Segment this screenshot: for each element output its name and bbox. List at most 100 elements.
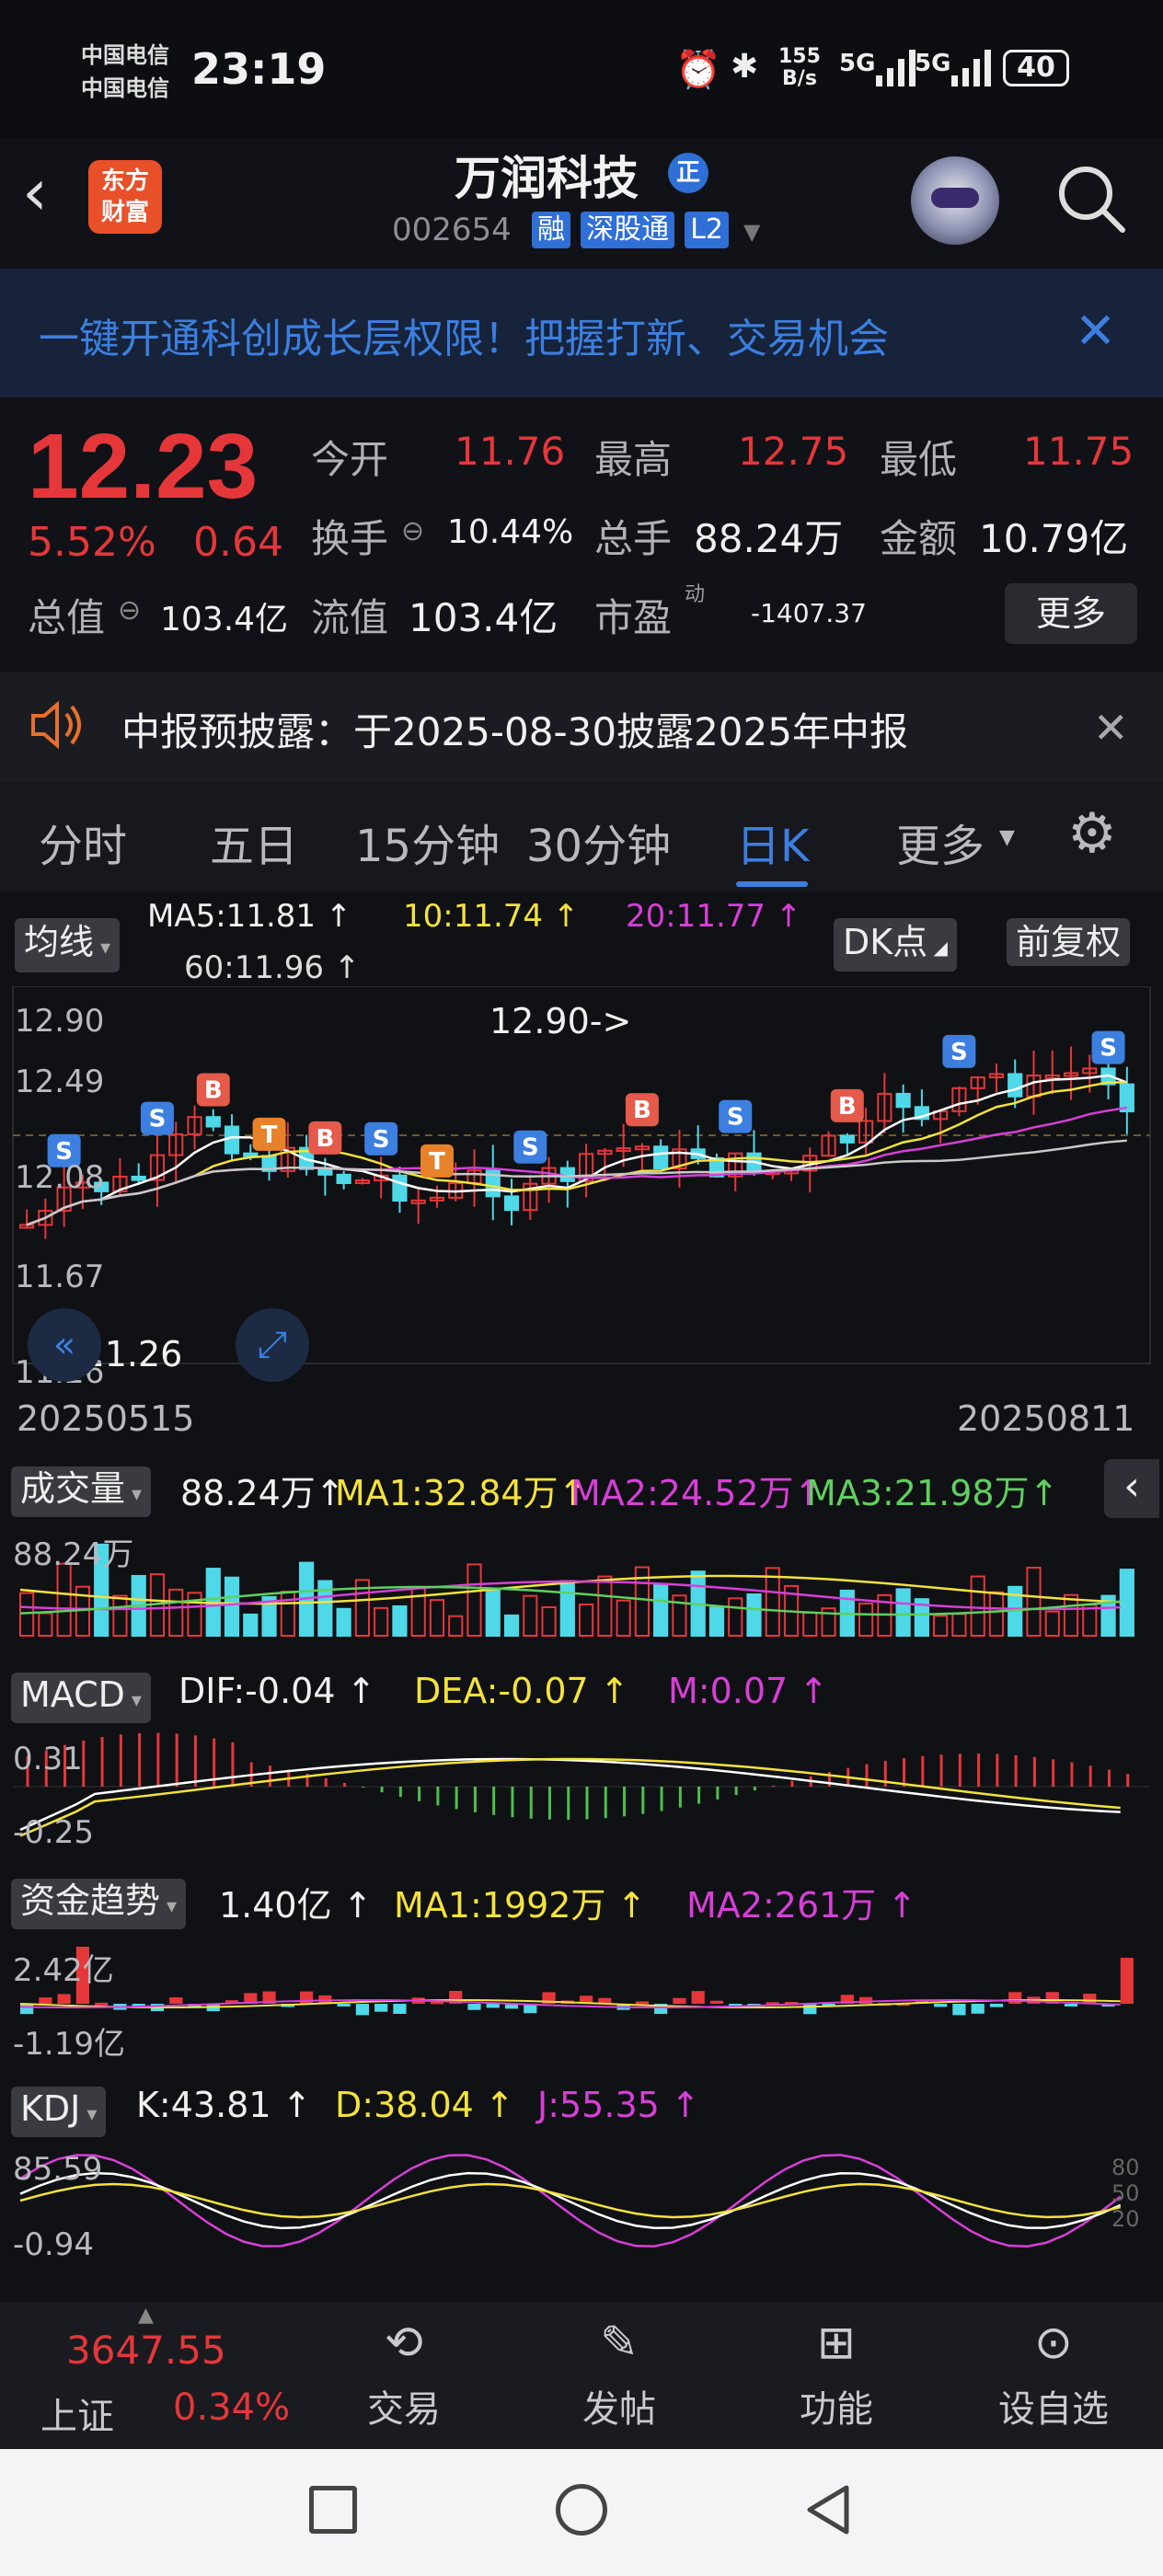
notice-close-icon[interactable]: ✕: [1093, 703, 1129, 753]
close-icon[interactable]: ✕: [1075, 302, 1116, 360]
signal-marker[interactable]: S: [364, 1121, 398, 1156]
y-label-2: 12.49: [15, 1064, 105, 1100]
promo-banner[interactable]: 一键开通科创成长层权限！把握打新、交易机会 ✕: [0, 269, 1163, 397]
info-icon-2[interactable]: ⊖: [118, 594, 141, 627]
chart-area[interactable]: 均线 ▾ MA5:11.81 ↑ 10:11.74 ↑ 20:11.77 ↑ 6…: [0, 894, 1163, 2302]
candlestick-chart[interactable]: SSBT B STSB S BS S: [0, 986, 1163, 1373]
dk-button[interactable]: DK点 ◢: [834, 918, 957, 972]
open-label: 今开: [311, 437, 389, 482]
tab-more[interactable]: 更多: [896, 810, 985, 874]
app-logo-line2: 财富: [100, 199, 149, 226]
nav-trade[interactable]: ⟲ 交易: [335, 2306, 473, 2432]
back-icon[interactable]: [800, 2482, 856, 2537]
volume-value-text: 88.24万: [180, 1473, 316, 1513]
collapse-panel-icon[interactable]: ‹: [1104, 1459, 1159, 1518]
volume-bar: [802, 1611, 818, 1638]
nav-add-watchlist[interactable]: ⊙ 设自选: [985, 2306, 1123, 2432]
high-value: 12.75: [738, 429, 849, 474]
ma-selector[interactable]: 均线 ▾: [15, 918, 121, 972]
adjust-button[interactable]: 前复权: [1007, 918, 1131, 966]
macd-dif-text: DIF:-0.04: [178, 1671, 336, 1711]
stock-tags: 融 深股通 L2: [532, 212, 729, 248]
search-icon[interactable]: [1054, 162, 1128, 236]
pe-sup: 动: [685, 583, 706, 606]
kdj-d: D:38.04 ↑: [335, 2085, 514, 2125]
volume-ma1: MA1:32.84万↑: [335, 1473, 588, 1513]
kdj-selector[interactable]: KDJ ▾: [11, 2087, 107, 2137]
signal-marker[interactable]: S: [942, 1034, 976, 1068]
nav-post-label: 发帖: [582, 2388, 656, 2431]
scroll-left-icon[interactable]: «: [28, 1308, 101, 1382]
signal-marker[interactable]: S: [140, 1101, 174, 1135]
expand-chart-icon[interactable]: ⤢: [236, 1308, 309, 1382]
signal-marker[interactable]: S: [513, 1130, 547, 1164]
volume-bar: [559, 1580, 575, 1637]
ma20-text: 20:11.77: [626, 898, 766, 935]
kdj-right-20: 20: [1111, 2206, 1140, 2232]
settings-gear-icon[interactable]: ⚙: [1067, 806, 1117, 861]
index-value[interactable]: 3647.55: [66, 2328, 226, 2373]
robot-assistant-icon[interactable]: [911, 156, 999, 245]
high-label: 最高: [594, 437, 673, 482]
fund-ma1: MA1:1992万 ↑: [394, 1885, 647, 1926]
high-annotation: 12.90->: [489, 1001, 632, 1041]
change-pct: 5.52%: [28, 519, 156, 566]
signal-marker[interactable]: B: [830, 1088, 864, 1122]
edit-icon: ✎: [600, 2316, 639, 2369]
candle: [354, 1178, 370, 1185]
ma60-value: 60:11.96 ↑: [184, 949, 361, 986]
tab-intraday[interactable]: 分时: [39, 810, 127, 874]
more-button[interactable]: 更多: [1005, 583, 1137, 644]
svg-text:T: T: [429, 1148, 445, 1176]
fund-bar: [952, 2004, 966, 2016]
candle: [187, 1105, 202, 1150]
ma-selector-caret-icon: ▾: [94, 937, 111, 960]
battery-level: 40: [1017, 52, 1055, 84]
back-arrow-icon[interactable]: ‹: [22, 160, 48, 224]
dropdown-triangle-icon[interactable]: ▼: [743, 219, 760, 245]
tab-5day[interactable]: 五日: [210, 810, 298, 874]
svg-text:B: B: [838, 1093, 857, 1121]
signal-marker[interactable]: S: [1091, 1030, 1125, 1064]
pe-label: 市盈: [594, 595, 673, 640]
active-tab-indicator: [736, 881, 808, 887]
notice-text[interactable]: 中报预披露：于2025-08-30披露2025年中报: [121, 701, 908, 757]
macd-selector[interactable]: MACD ▾: [11, 1673, 151, 1723]
volume-bar: [429, 1599, 445, 1638]
signal-marker[interactable]: S: [719, 1099, 753, 1133]
recent-apps-icon[interactable]: [309, 2486, 357, 2534]
index-name[interactable]: 上证: [40, 2386, 114, 2440]
index-up-caret-icon: ▲: [138, 2304, 154, 2327]
signal-marker[interactable]: T: [420, 1144, 454, 1178]
signal-marker[interactable]: T: [252, 1117, 286, 1151]
change-amt: 0.64: [193, 519, 283, 566]
volume-bar: [895, 1588, 911, 1637]
fund-bar: [691, 1991, 705, 2004]
macd-caret-icon: ▾: [124, 1689, 142, 1712]
nav-functions[interactable]: ⊞ 功能: [767, 2306, 905, 2432]
tab-15min[interactable]: 15分钟: [355, 810, 500, 874]
signal-marker[interactable]: B: [625, 1093, 659, 1127]
clock: 23:19: [191, 44, 327, 94]
info-icon[interactable]: ⊖: [401, 515, 424, 547]
candle: [336, 1170, 351, 1190]
signal-marker[interactable]: B: [308, 1121, 342, 1155]
nav-post[interactable]: ✎ 发帖: [550, 2306, 688, 2432]
index-change[interactable]: 0.34%: [173, 2386, 290, 2429]
tab-more-caret-icon: ▼: [999, 826, 1015, 849]
promo-text[interactable]: 一键开通科创成长层权限！把握打新、交易机会: [39, 305, 889, 364]
tab-daily-k[interactable]: 日K: [736, 810, 809, 874]
fund-bar: [467, 2004, 481, 2010]
volume-selector[interactable]: 成交量 ▾: [11, 1466, 152, 1517]
notice-bar[interactable]: 中报预披露：于2025-08-30披露2025年中报 ✕: [0, 672, 1163, 782]
tab-30min[interactable]: 30分钟: [526, 810, 671, 874]
fund-bar: [1120, 1958, 1134, 2004]
kdj-bottom-label: -0.94: [13, 2226, 94, 2263]
volume-bar: [765, 1567, 780, 1637]
app-logo[interactable]: 东方 财富: [88, 160, 162, 234]
signal-marker[interactable]: B: [196, 1073, 230, 1107]
macd-selector-label: MACD: [20, 1674, 125, 1715]
fund-selector[interactable]: 资金趋势 ▾: [11, 1879, 187, 1929]
certified-badge: 正: [668, 153, 708, 193]
home-icon[interactable]: [556, 2484, 607, 2536]
